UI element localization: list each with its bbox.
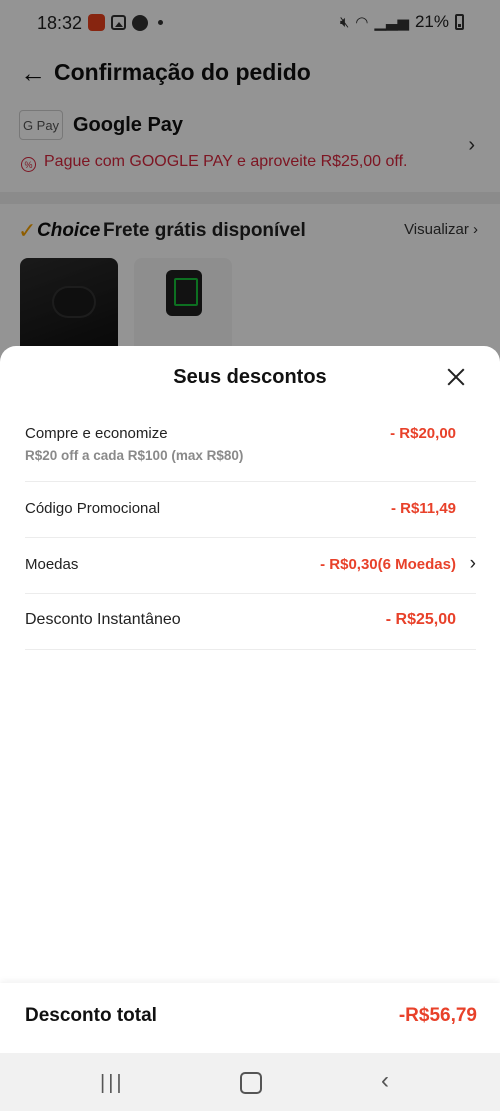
discount-sublabel: R$20 off a cada R$100 (max R$80) [25,448,244,463]
discount-label: Código Promocional [25,500,161,517]
discount-label: Moedas [25,556,79,573]
android-nav-bar: ||| ‹ [0,1053,500,1111]
home-icon[interactable] [240,1072,262,1094]
discounts-sheet: Seus descontos Compre e economize R$20 o… [0,346,500,1053]
nav-back-icon[interactable]: ‹ [381,1067,389,1095]
discount-value: - R$0,30(6 Moedas) [320,556,456,573]
discount-row-coins[interactable]: Moedas - R$0,30(6 Moedas) › [25,537,476,594]
recents-icon[interactable]: ||| [100,1072,125,1095]
discount-value: - R$11,49 [390,500,456,517]
chevron-right-icon: › [469,553,476,574]
discount-label: Desconto Instantâneo [25,611,181,628]
discount-value: - R$25,00 [385,611,456,628]
discount-row-promo-code: Código Promocional - R$11,49 [25,481,476,538]
discount-label: Compre e economize [25,425,168,442]
total-discount-bar: Desconto total -R$56,79 [0,983,500,1053]
discount-value: - R$20,00 [390,425,456,442]
total-discount-label: Desconto total [25,1005,157,1026]
discount-row-instant: Desconto Instantâneo - R$25,00 [25,593,476,650]
close-icon[interactable] [442,364,470,392]
sheet-title: Seus descontos [173,366,327,388]
total-discount-value: -R$56,79 [398,1005,477,1026]
discount-row-buy-and-save: Compre e economize R$20 off a cada R$100… [25,406,476,482]
